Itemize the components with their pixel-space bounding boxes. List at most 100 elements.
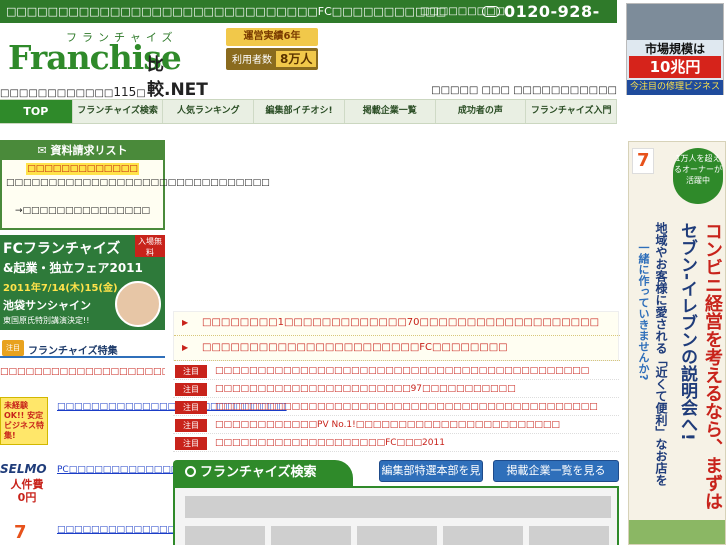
news-link[interactable]: □□□□□□□□□□□□□□□□□□□□FC□□□2011	[215, 438, 445, 448]
nav-intro[interactable]: フランチャイズ入門	[526, 100, 617, 123]
attention-tag: 注目	[175, 365, 207, 378]
news-row: 注目 □□□□□□□□□□□□□□□□□□□□□□□□□□□□□□□□□□□□□…	[173, 363, 619, 380]
free-admission-badge: 入場無料	[135, 235, 165, 257]
news-row: 注目 □□□□□□□□□□□□□□□□□□□□□□□□□□□□□□□□□□□□□…	[173, 399, 619, 416]
notice-link[interactable]: □□□□□□□□□□□□□□□□□□□□□□□FC□□□□□□□□	[202, 342, 508, 353]
company-list-button[interactable]: 掲載企業一覧を見る	[493, 460, 619, 482]
fc-special-headline[interactable]: □□□□□□□□□□□□□□□□□□□□□□□	[0, 367, 165, 377]
count-value: 115	[113, 85, 137, 99]
search-category[interactable]	[529, 526, 609, 545]
notice-link[interactable]: □□□□□□□□1□□□□□□□□□□□□□70□□□□□□□□□□□□□□□□…	[202, 317, 599, 328]
fc-special-heading: 注目 フランチャイズ特集	[0, 340, 165, 358]
count-prefix: □□□□□□□□□□□□	[0, 88, 114, 99]
news-link[interactable]: □□□□□□□□□□□□□□□□□□□□□□□□□□□□□□□□□□□□□□□□…	[215, 402, 598, 412]
search-panel	[173, 486, 619, 545]
nav-editor-pick[interactable]: 編集部イチオシ!	[254, 100, 345, 123]
stats-badge: 運営実績6年 利用者数 8万人	[222, 26, 322, 72]
search-category[interactable]	[443, 526, 523, 545]
nav-top[interactable]: TOP	[0, 100, 73, 123]
beginner-mark-thumb[interactable]: 未経験OK!! 安定ビジネス特集!	[0, 397, 48, 445]
phone-label: □□□□□□□□□□	[420, 6, 515, 17]
search-field[interactable]	[185, 496, 611, 518]
top-bar: □□□□□□□□□□□□□□□□□□□□□□□□□□□□□□FC□□□□□□□□…	[0, 0, 617, 40]
mail-icon: ✉	[37, 144, 51, 157]
nav-ranking[interactable]: 人気ランキング	[163, 100, 255, 123]
header-links[interactable]: □□□□□ □□□ □□□□□□□□□□□	[431, 85, 617, 96]
list-item: 未経験OK!! 安定ビジネス特集! □□□□□□□□□□□□□□□□□□□□□□…	[0, 397, 287, 447]
fair-note: 東国原氏特別講演決定!!	[3, 316, 90, 325]
nav-search[interactable]: フランチャイズ検索	[73, 100, 164, 123]
users-value: 8万人	[276, 51, 317, 67]
notice-row: ▶ □□□□□□□□□□□□□□□□□□□□□□□FC□□□□□□□□	[174, 337, 620, 361]
notice-row: ▶ □□□□□□□□1□□□□□□□□□□□□□70□□□□□□□□□□□□□□…	[174, 312, 620, 336]
top-right-banner[interactable]: 市場規模は 10兆円 今注目の修理ビジネス	[626, 3, 724, 95]
request-list-title: ✉ 資料請求リスト	[2, 142, 163, 160]
news-link[interactable]: □□□□□□□□□□□□PV No.1!□□□□□□□□□□□□□□□□□□□□…	[215, 420, 560, 430]
banner-copy-1: コンビニ経営を考えるなら、まずは	[702, 222, 723, 510]
listing-count: □□□□□□□□□□□□115□	[0, 85, 146, 99]
count-suffix: □	[136, 88, 146, 99]
fair-subtitle: &起業・独立フェア2011	[3, 261, 143, 275]
banner-line3: 今注目の修理ビジネス	[627, 80, 723, 95]
news-row: 注目 □□□□□□□□□□□□□□□□□□□□FC□□□2011	[173, 435, 619, 452]
search-category[interactable]	[357, 526, 437, 545]
fair-date: 2011年7/14(木)15(金)	[3, 283, 118, 294]
seven-eleven-thumb[interactable]: 7	[0, 520, 48, 545]
thumb-text: 人件費 0円	[10, 478, 44, 504]
seven-eleven-banner[interactable]: 7 1万人を超えるオーナーが活躍中 コンビニ経営を考えるなら、まずは セブン-イ…	[628, 141, 726, 545]
attention-tag: 注目	[175, 419, 207, 432]
search-tab-label: フランチャイズ検索	[200, 465, 317, 480]
banner-photo	[627, 4, 723, 40]
nav-success-voices[interactable]: 成功者の声	[436, 100, 527, 123]
search-header: フランチャイズ検索 編集部特選本部を見る 掲載企業一覧を見る	[173, 460, 619, 497]
search-icon	[185, 466, 196, 477]
request-list-link[interactable]: →□□□□□□□□□□□□□□□	[2, 205, 163, 217]
fair-place: 池袋サンシャイン	[3, 299, 91, 312]
banner-copy-3: 地域やお客様に愛される「近くて便利」なお店を	[654, 222, 668, 486]
nav-company-list[interactable]: 掲載企業一覧	[345, 100, 436, 123]
arrow-icon: ▶	[182, 318, 189, 327]
list-item-link[interactable]: □□□□□□□□□□□□□□□□□□□□□□□□□□□	[57, 401, 287, 414]
news-row: 注目 □□□□□□□□□□□□PV No.1!□□□□□□□□□□□□□□□□□…	[173, 417, 619, 434]
list-item-link[interactable]: □□□□□□□□□□□□□□□□□□□□□□:□□	[57, 524, 264, 537]
search-category[interactable]	[185, 526, 265, 545]
request-list-desc: □□□□□□□□□□□□□□□□□□□□□□□□□□□□□□□	[6, 178, 270, 188]
search-tab[interactable]: フランチャイズ検索	[173, 460, 353, 486]
list-item-link[interactable]: PC□□□□□□□□□□□□□□□□□□□□□□□□□□□	[57, 464, 298, 477]
fair-banner[interactable]: FCフランチャイズ 入場無料 &起業・独立フェア2011 2011年7/14(木…	[0, 235, 165, 330]
request-list-label: □□□□□□□□□□□□□	[26, 163, 139, 175]
site-logo[interactable]: フランチャイズ Franchise 比較.NET	[6, 26, 224, 100]
site-tagline: □□□□□□□□□□□□□□□□□□□□□□□□□□□□□□FC□□□□□□□□…	[6, 5, 447, 18]
arrow-icon: ▶	[182, 343, 189, 352]
phone-number[interactable]: 0120-928-443	[504, 2, 617, 40]
attention-icon: 注目	[2, 340, 24, 356]
news-link[interactable]: □□□□□□□□□□□□□□□□□□□□□□□□□□□□□□□□□□□□□□□□…	[215, 366, 589, 376]
notice-box: ▶ □□□□□□□□1□□□□□□□□□□□□□70□□□□□□□□□□□□□□…	[173, 311, 620, 361]
seven-logo: 7	[14, 522, 27, 543]
attention-tag: 注目	[175, 383, 207, 396]
news-link[interactable]: □□□□□□□□□□□□□□□□□□□□□□□97□□□□□□□□□□□	[215, 384, 516, 394]
users-badge: 利用者数 8万人	[226, 48, 318, 70]
editor-selection-button[interactable]: 編集部特選本部を見る	[379, 460, 483, 497]
fair-title: FCフランチャイズ	[3, 241, 121, 257]
banner-copy-2: セブン-イレブンの説明会へ!	[677, 222, 697, 441]
owner-balloon: 1万人を超えるオーナーが活躍中	[673, 148, 723, 204]
request-list-box: ✉ 資料請求リスト □□□□□□□□□□□□□ □□□□□□□□□□□□□□□□…	[0, 140, 270, 230]
selmo-logo: SELMO	[0, 462, 47, 476]
banner-line2: 10兆円	[629, 56, 721, 78]
search-category[interactable]	[271, 526, 351, 545]
years-badge: 運営実績6年	[226, 28, 318, 46]
freedial-icon	[482, 6, 500, 17]
users-label: 利用者数	[232, 55, 272, 66]
list-item: SELMO 人件費 0円 PC□□□□□□□□□□□□□□□□□□□□□□□□□…	[0, 460, 298, 510]
banner-copy-4: 一緒に作っていきませんか?	[637, 242, 650, 381]
request-list-title-text: 資料請求リスト	[50, 144, 128, 157]
selmo-thumb[interactable]: SELMO 人件費 0円	[0, 460, 48, 508]
news-row: 注目 □□□□□□□□□□□□□□□□□□□□□□□97□□□□□□□□□□□	[173, 381, 619, 398]
attention-tag: 注目	[175, 437, 207, 450]
attention-tag: 注目	[175, 401, 207, 414]
banner-line1: 市場規模は	[644, 42, 705, 56]
seven-logo-mark: 7	[637, 150, 650, 171]
count-line: □□□□□□□□□□□□115□ □□□□□ □□□ □□□□□□□□□□□	[0, 85, 617, 99]
banner-photo-strip	[629, 520, 725, 544]
